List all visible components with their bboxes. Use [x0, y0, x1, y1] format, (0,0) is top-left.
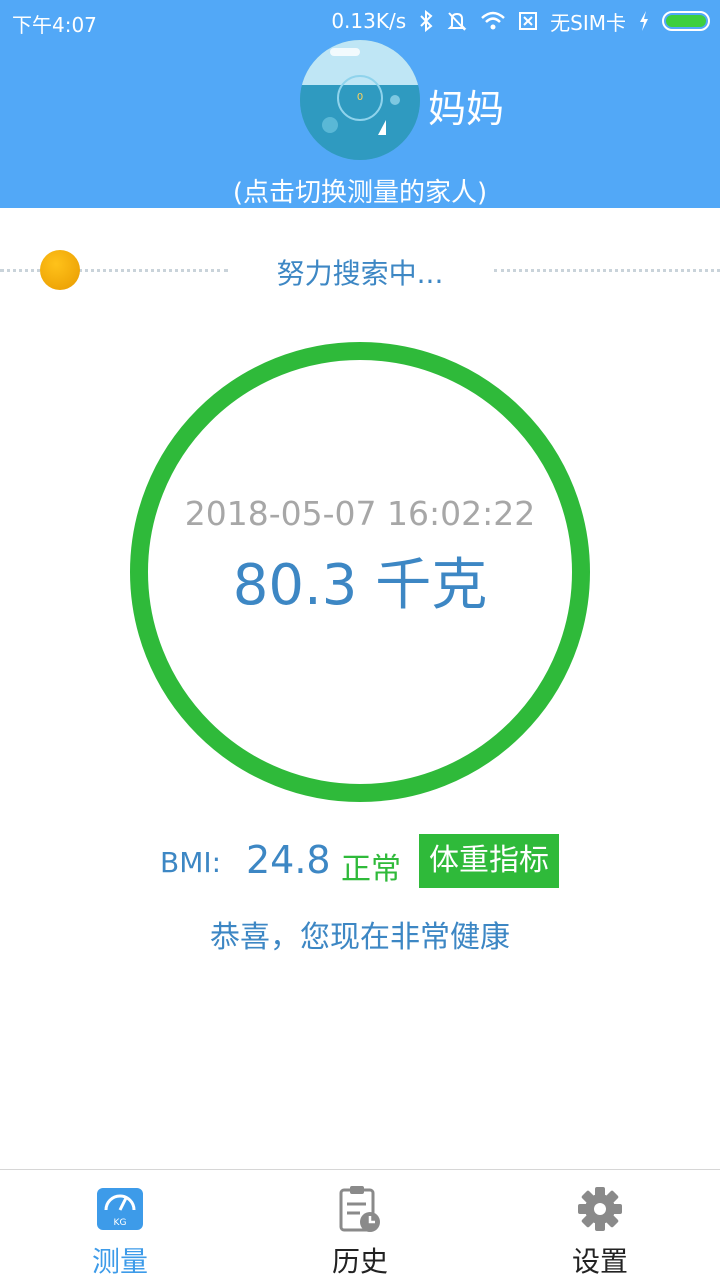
- sim-status: 无SIM卡: [550, 10, 626, 35]
- weight-value: 80.3 千克: [232, 553, 488, 618]
- svg-text:KG: KG: [114, 1218, 127, 1228]
- charging-icon: [638, 10, 650, 32]
- battery-icon: [662, 11, 710, 31]
- tab-settings[interactable]: 设置: [480, 1170, 720, 1280]
- network-speed: 0.13K/s: [331, 9, 407, 33]
- weight-index-button[interactable]: 体重指标: [419, 834, 559, 888]
- header: 下午4:07 0.13K/s 无SIM卡 0 妈妈 (点击切换测量的家人): [0, 0, 720, 208]
- status-indicators: 0.13K/s 无SIM卡: [331, 7, 710, 35]
- tab-history-label: 历史: [331, 1245, 388, 1278]
- tab-measure[interactable]: KG 测量: [0, 1170, 240, 1280]
- bottom-tab-bar: KG 测量 历史 设置: [0, 1169, 720, 1280]
- bmi-label: BMI:: [160, 846, 222, 879]
- switch-member-hint[interactable]: (点击切换测量的家人): [0, 172, 720, 209]
- scale-icon: KG: [96, 1184, 144, 1234]
- measurement-timestamp: 2018-05-07 16:02:22: [184, 494, 536, 533]
- history-icon: [336, 1184, 384, 1234]
- tab-settings-label: 设置: [571, 1245, 628, 1278]
- tab-history[interactable]: 历史: [240, 1170, 480, 1280]
- wifi-icon: [480, 11, 506, 31]
- no-sim-icon: [518, 11, 538, 31]
- status-time: 下午4:07: [12, 13, 97, 37]
- bmi-status: 正常: [341, 852, 401, 887]
- bmi-value: 24.8: [246, 838, 331, 882]
- avatar[interactable]: 0: [300, 40, 420, 160]
- gear-icon: [576, 1184, 624, 1234]
- bluetooth-icon: [418, 10, 434, 32]
- search-status-text: 努力搜索中...: [276, 257, 444, 290]
- status-bar: 下午4:07 0.13K/s 无SIM卡: [0, 0, 720, 44]
- tab-measure-label: 测量: [91, 1245, 148, 1278]
- member-name[interactable]: 妈妈: [428, 78, 504, 133]
- divider-right: [494, 269, 720, 272]
- health-message: 恭喜，您现在非常健康: [210, 920, 510, 955]
- svg-text:0: 0: [357, 92, 363, 103]
- device-search-row: 努力搜索中...: [0, 246, 720, 294]
- mute-bell-icon: [446, 10, 468, 32]
- bmi-row: BMI: 24.8 正常 体重指标: [0, 834, 720, 888]
